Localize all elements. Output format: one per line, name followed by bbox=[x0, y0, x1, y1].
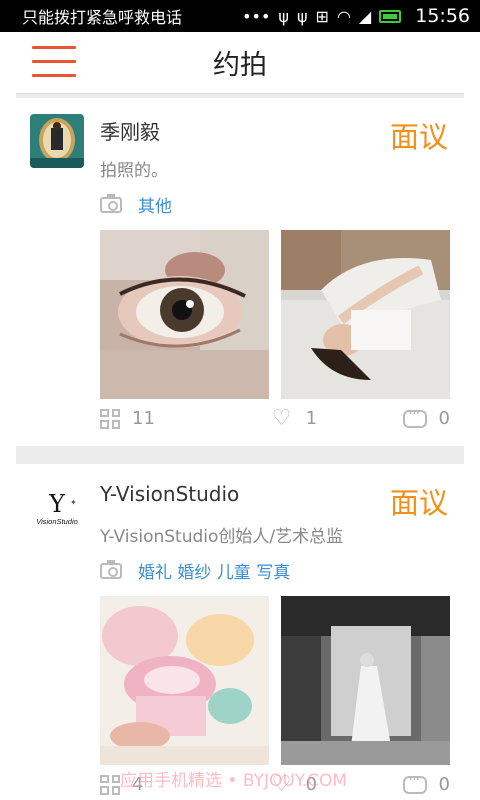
category-row: 其他 bbox=[100, 192, 172, 217]
photo-count-value: 11 bbox=[132, 408, 155, 429]
menu-button[interactable] bbox=[32, 46, 76, 80]
wifi-icon: ◠ bbox=[336, 6, 351, 26]
photographer-description: Y-VisionStudio创始人/艺术总监 bbox=[100, 527, 344, 547]
heart-icon: ♡ bbox=[271, 405, 292, 431]
comment-icon bbox=[402, 406, 427, 428]
signal-icon: ◢ bbox=[358, 6, 372, 26]
price-label: 面议 bbox=[389, 486, 448, 520]
photo-thumbnail[interactable] bbox=[100, 596, 269, 765]
carrier-text: 只能拨打紧急呼救电话 bbox=[22, 8, 183, 27]
app-bar: 约拍 bbox=[16, 32, 464, 94]
category-links[interactable]: 婚礼 婚纱 儿童 写真 bbox=[138, 558, 290, 583]
comment-count[interactable]: 0 bbox=[402, 772, 450, 795]
notification-icon: ⊞ bbox=[315, 6, 329, 26]
photo-count[interactable]: 11 bbox=[100, 408, 272, 429]
comment-count-value: 0 bbox=[438, 408, 450, 429]
photo-thumbnail[interactable] bbox=[281, 596, 450, 765]
price-label: 面议 bbox=[389, 120, 448, 154]
category-row: 婚礼 婚纱 儿童 写真 bbox=[100, 558, 290, 583]
grid-icon bbox=[100, 408, 120, 429]
comment-icon bbox=[402, 772, 427, 794]
camera-icon bbox=[100, 559, 122, 579]
battery-icon bbox=[379, 9, 402, 23]
avatar[interactable] bbox=[30, 114, 84, 168]
photographer-name[interactable]: 季刚毅 bbox=[100, 116, 160, 145]
svg-text:✦: ✦ bbox=[70, 498, 77, 507]
watermark: 应用手机精选 • BYJOUY.COM bbox=[120, 771, 348, 791]
photo-thumbnail[interactable] bbox=[281, 230, 450, 399]
category-links[interactable]: 其他 bbox=[138, 192, 172, 217]
left-edge bbox=[0, 32, 16, 800]
comment-count[interactable]: 0 bbox=[402, 406, 450, 429]
svg-text:Y: Y bbox=[48, 490, 66, 518]
photo-strip bbox=[100, 230, 450, 399]
photo-strip bbox=[100, 596, 450, 765]
page-title: 约拍 bbox=[213, 50, 267, 81]
comment-count-value: 0 bbox=[438, 774, 450, 795]
right-edge bbox=[464, 32, 480, 800]
photographer-card[interactable]: Y ✦ VisionStudio Y-VisionStudio 面议 Y-Vis… bbox=[16, 464, 464, 800]
clock: 15:56 bbox=[415, 5, 470, 27]
like-count-value: 1 bbox=[305, 408, 318, 429]
photographer-card[interactable]: 季刚毅 面议 拍照的。 其他 11 ♡ 1 ··· 0 bbox=[16, 98, 464, 446]
stats-row: 11 ♡ 1 0 bbox=[100, 405, 450, 431]
usb-debug-icon: ψ bbox=[296, 6, 308, 26]
status-icons: ••• ψ ψ ⊞ ◠ ◢ 15:56 bbox=[242, 5, 470, 27]
grid-icon bbox=[100, 774, 120, 795]
svg-text:VisionStudio: VisionStudio bbox=[36, 517, 78, 526]
usb-icon: ψ bbox=[278, 6, 289, 26]
studio-logo[interactable]: Y ✦ VisionStudio bbox=[30, 480, 84, 534]
photo-thumbnail[interactable] bbox=[100, 230, 269, 399]
status-bar: 只能拨打紧急呼救电话 ••• ψ ψ ⊞ ◠ ◢ 15:56 bbox=[0, 0, 480, 32]
photographer-name[interactable]: Y-VisionStudio bbox=[100, 482, 239, 506]
camera-icon bbox=[100, 193, 122, 213]
like-count[interactable]: ♡ 1 bbox=[271, 405, 403, 431]
photographer-description: 拍照的。 bbox=[100, 161, 168, 181]
more-icon: ••• bbox=[242, 6, 271, 26]
